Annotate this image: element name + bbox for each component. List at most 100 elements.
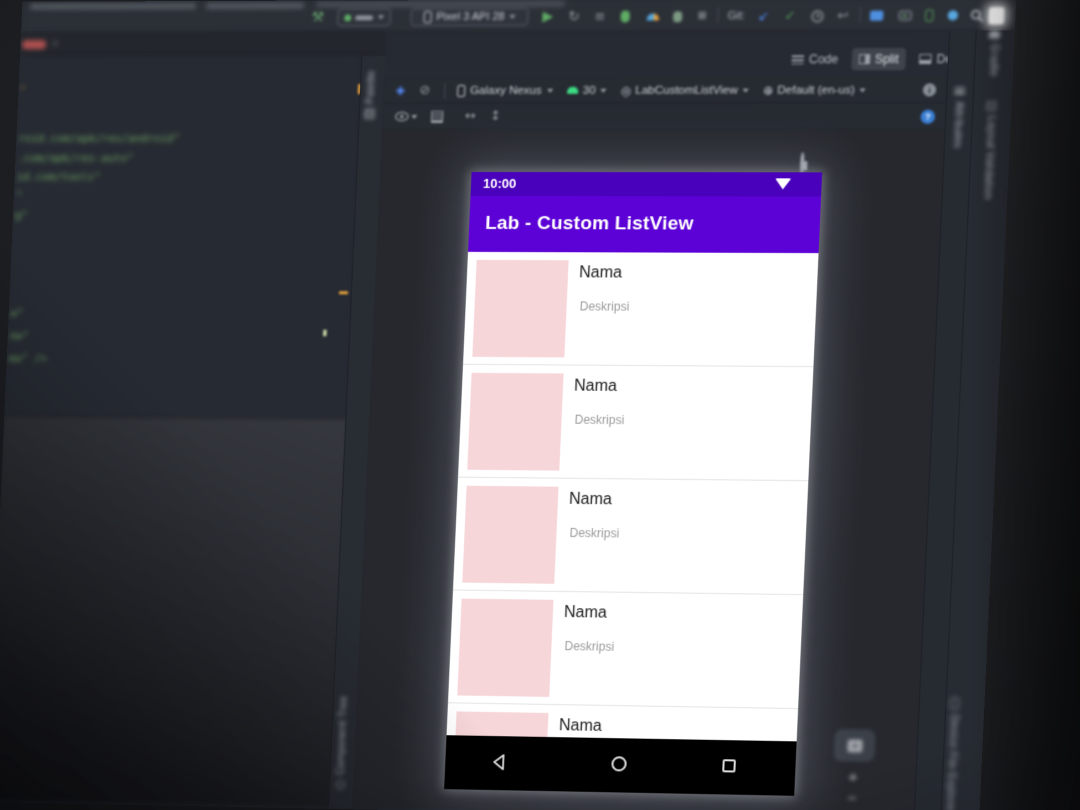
component-tree-label: Component Tree [335,695,350,776]
zoom-in-button[interactable]: + [833,768,873,786]
toolbar-separator [717,7,719,24]
run-button[interactable]: ▶ [542,8,554,26]
list-item[interactable]: Nama Deskripsi [447,590,804,710]
device-file-explorer-icon [949,697,959,710]
run-config-label [355,14,374,20]
history-clock-icon[interactable] [810,7,824,25]
attributes-sliders-icon [953,87,965,97]
debug-bug-icon[interactable] [620,7,631,25]
project-folder-icon[interactable] [869,7,884,25]
file-tab-close-icon[interactable]: × [51,39,59,49]
scrollbar-warning-dash [338,291,349,295]
item-description: Deskripsi [564,639,615,654]
theme-menu[interactable]: ◎ LabCustomListView [620,83,749,97]
chevron-down-icon [600,88,607,93]
zoom-out-button[interactable]: − [832,789,872,807]
split-tab-label: Split [874,52,900,67]
fold-marker-icon[interactable]: ⌄ [18,81,27,92]
code-tab-label: Code [808,52,839,67]
toolbar-separator [443,82,446,99]
device-selector[interactable]: Pixel 3 API 28 [410,7,529,27]
chevron-down-icon [377,15,385,20]
profiler-icon[interactable] [646,7,660,25]
locale-menu[interactable]: ⊕ Default (en-us) [763,83,867,97]
nav-back-button[interactable] [489,752,510,777]
orientation-variant-icon[interactable]: ⊘ [419,83,431,98]
view-options-eye-icon[interactable] [394,111,418,122]
issue-panel-icon[interactable] [430,110,444,123]
zoom-controls: + − [832,729,875,807]
list-item[interactable]: Nama Deskripsi [457,364,814,482]
globe-icon: ⊕ [762,83,774,98]
avd-manager-icon[interactable] [924,6,934,24]
file-tab-activity-main[interactable] [22,40,47,50]
device-selector-label: Pixel 3 API 28 [436,10,505,23]
palette-grid-icon [365,108,376,119]
code-line: " [15,189,23,202]
tab-component-tree[interactable]: Component Tree [335,695,350,790]
rollback-undo-icon[interactable]: ↩ [837,7,849,25]
tab-attributes[interactable]: Attributes [951,87,965,148]
help-icon[interactable]: ? [920,109,936,124]
stud-assistant-icon[interactable] [988,6,1005,24]
render-issues-icon[interactable]: i [922,83,937,97]
run-configuration-select[interactable] [336,8,392,27]
logcat-terminal-icon[interactable]: ▸ [898,6,913,24]
apply-code-changes-icon[interactable]: ≡ [594,8,606,26]
item-thumbnail [462,485,559,584]
zoom-to-fit-button[interactable] [834,729,875,761]
stop-button[interactable]: ■ [697,7,707,25]
device-file-explorer-label: Device File Explorer [943,714,960,810]
phone-preview[interactable]: 10:00 Lab - Custom ListView Nama Deskrip… [444,171,823,796]
tab-device-file-explorer[interactable]: Device File Explorer [944,697,961,810]
chevron-down-icon [546,88,553,93]
chevron-down-icon [859,87,867,93]
tab-gradle[interactable]: Gradle [987,30,1001,77]
search-everywhere-icon[interactable] [970,6,984,24]
orientation-horizontal-icon[interactable]: ↔ [465,109,477,124]
component-tree-panel-area [0,415,348,807]
tab-layout-validation[interactable]: Layout Validation [981,101,997,200]
wrench-icon[interactable] [799,152,805,174]
editor-tab-bar: × [19,32,387,57]
api-level-menu[interactable]: 30 [566,84,607,97]
code-line: g" [14,208,29,222]
nav-home-button[interactable] [611,756,627,772]
photo-background: ⚒ Pixel 3 API 28 ▶ ↻ ≡ ■ Git: ↙ ✓ ↩ ▸ × … [0,0,1080,810]
tab-code[interactable]: Code [784,48,846,70]
build-hammer-icon[interactable]: ⚒ [311,9,324,27]
list-item[interactable]: Nama Deskripsi [463,251,819,368]
list-view[interactable]: Nama Deskripsi Nama Deskripsi Nama Deskr… [446,251,819,742]
chevron-down-icon [509,14,516,19]
editor-caret-marker [322,328,328,337]
apply-changes-icon[interactable]: ↻ [568,8,580,26]
module-icon [344,13,352,21]
nav-recents-button[interactable] [722,759,736,773]
git-commit-check-icon[interactable]: ✓ [784,7,796,25]
toolbar-separator [859,6,862,23]
api-level-label: 30 [582,84,596,97]
tab-palette[interactable]: Palette [365,70,378,119]
attach-debugger-icon[interactable] [672,7,683,25]
git-update-icon[interactable]: ↙ [758,7,770,25]
layout-validation-label: Layout Validation [981,115,997,200]
sdk-manager-icon[interactable] [947,6,959,24]
orientation-vertical-icon[interactable]: ↕ [490,109,502,124]
android-studio-window: ⚒ Pixel 3 API 28 ▶ ↻ ≡ ■ Git: ↙ ✓ ↩ ▸ × … [0,0,1017,810]
item-description: Deskripsi [574,412,625,428]
item-thumbnail [467,372,564,471]
palette-label: Palette [365,70,378,104]
item-name: Nama [568,490,613,509]
code-mode-icon [791,54,805,64]
design-surface-icon[interactable]: ◈ [395,83,406,98]
chevron-down-icon [411,114,418,119]
item-name: Nama [573,377,618,395]
gradle-label: Gradle [987,43,1000,77]
android-icon [566,86,578,94]
main-toolbar: ⚒ Pixel 3 API 28 ▶ ↻ ≡ ■ Git: ↙ ✓ ↩ ▸ [21,0,1017,34]
tab-split[interactable]: Split [850,47,907,71]
locale-label: Default (en-us) [777,83,856,97]
device-menu[interactable]: Galaxy Nexus [456,84,553,97]
git-label: Git: [727,9,746,22]
list-item[interactable]: Nama Deskripsi [452,477,809,596]
